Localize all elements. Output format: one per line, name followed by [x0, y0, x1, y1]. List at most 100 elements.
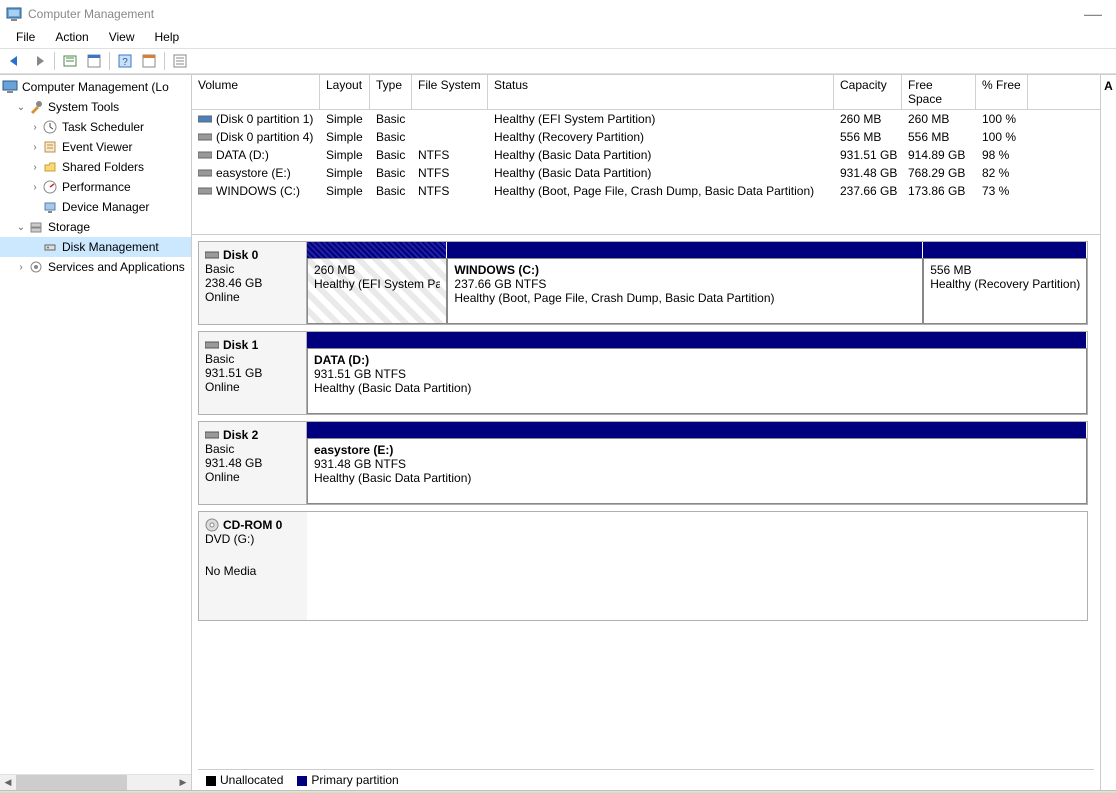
- col-volume[interactable]: Volume: [192, 75, 320, 110]
- app-icon: [6, 6, 22, 22]
- volume-status: Healthy (Basic Data Partition): [488, 146, 834, 164]
- unallocated-swatch: [206, 776, 216, 786]
- tree-storage[interactable]: ⌄ Storage: [0, 217, 191, 237]
- expand-icon[interactable]: ›: [14, 262, 28, 273]
- cdrom-block[interactable]: CD-ROM 0DVD (G:)No Media: [198, 511, 1088, 621]
- tree-system-tools[interactable]: ⌄ System Tools: [0, 97, 191, 117]
- disk-name: Disk 0: [205, 248, 300, 262]
- disk-type: Basic: [205, 262, 300, 276]
- disk-management-icon: [42, 239, 58, 255]
- disk-partitions: 260 MBHealthy (EFI System PartitiWINDOWS…: [307, 242, 1087, 324]
- volume-name: (Disk 0 partition 4): [216, 128, 313, 146]
- cdrom-info[interactable]: CD-ROM 0DVD (G:)No Media: [199, 512, 307, 620]
- volume-type: Basic: [370, 128, 412, 146]
- menu-file[interactable]: File: [6, 28, 45, 48]
- disk-info[interactable]: Disk 1Basic931.51 GBOnline: [199, 332, 307, 414]
- tree-shared-folders[interactable]: › Shared Folders: [0, 157, 191, 177]
- col-status[interactable]: Status: [488, 75, 834, 110]
- view-button[interactable]: [138, 50, 160, 72]
- tree-task-scheduler[interactable]: › Task Scheduler: [0, 117, 191, 137]
- legend-label: Primary partition: [311, 773, 398, 787]
- scroll-track[interactable]: [16, 775, 175, 791]
- volume-row[interactable]: DATA (D:)SimpleBasicNTFSHealthy (Basic D…: [192, 146, 1100, 164]
- partition-status: Healthy (Boot, Page File, Crash Dump, Ba…: [454, 291, 916, 305]
- volume-status: Healthy (Basic Data Partition): [488, 164, 834, 182]
- disk-map: Disk 0Basic238.46 GBOnline260 MBHealthy …: [192, 235, 1100, 769]
- scroll-thumb[interactable]: [16, 775, 127, 791]
- disk-block[interactable]: Disk 0Basic238.46 GBOnline260 MBHealthy …: [198, 241, 1088, 325]
- menubar: File Action View Help: [0, 28, 1116, 48]
- disk-info[interactable]: Disk 0Basic238.46 GBOnline: [199, 242, 307, 324]
- services-icon: [28, 259, 44, 275]
- partition[interactable]: WINDOWS (C:)237.66 GB NTFSHealthy (Boot,…: [447, 258, 923, 324]
- partition-name: WINDOWS (C:): [454, 263, 916, 277]
- disk-block[interactable]: Disk 1Basic931.51 GBOnlineDATA (D:)931.5…: [198, 331, 1088, 415]
- collapse-icon[interactable]: ⌄: [14, 222, 28, 233]
- expand-icon[interactable]: ›: [28, 142, 42, 153]
- primary-swatch: [297, 776, 307, 786]
- properties-button[interactable]: [83, 50, 105, 72]
- help-button[interactable]: ?: [114, 50, 136, 72]
- navigation-tree[interactable]: Computer Management (Lo ⌄ System Tools ›…: [0, 75, 191, 774]
- tree-root[interactable]: Computer Management (Lo: [0, 77, 191, 97]
- tree-performance[interactable]: › Performance: [0, 177, 191, 197]
- partition[interactable]: 556 MBHealthy (Recovery Partition): [923, 258, 1087, 324]
- collapse-icon[interactable]: ⌄: [14, 102, 28, 113]
- volume-free: 260 MB: [902, 110, 976, 128]
- back-button[interactable]: [4, 50, 26, 72]
- menu-help[interactable]: Help: [145, 28, 190, 48]
- volume-layout: Simple: [320, 128, 370, 146]
- volume-layout: Simple: [320, 182, 370, 200]
- tree-event-viewer[interactable]: › Event Viewer: [0, 137, 191, 157]
- disk-block[interactable]: Disk 2Basic931.48 GBOnlineeasystore (E:)…: [198, 421, 1088, 505]
- partition[interactable]: easystore (E:)931.48 GB NTFSHealthy (Bas…: [307, 438, 1087, 504]
- volume-row[interactable]: easystore (E:)SimpleBasicNTFSHealthy (Ba…: [192, 164, 1100, 182]
- minimize-button[interactable]: —: [1076, 4, 1110, 25]
- partition-status: Healthy (EFI System Partiti: [314, 277, 440, 291]
- legend-primary: Primary partition: [297, 773, 398, 787]
- col-filesystem[interactable]: File System: [412, 75, 488, 110]
- col-type[interactable]: Type: [370, 75, 412, 110]
- menu-action[interactable]: Action: [45, 28, 98, 48]
- disk-type: Basic: [205, 352, 300, 366]
- col-free[interactable]: Free Space: [902, 75, 976, 110]
- menu-view[interactable]: View: [99, 28, 145, 48]
- scroll-right-button[interactable]: ▶: [175, 775, 191, 791]
- volume-icon: [198, 150, 212, 160]
- col-pctfree[interactable]: % Free: [976, 75, 1028, 110]
- volume-status: Healthy (Boot, Page File, Crash Dump, Ba…: [488, 182, 834, 200]
- volume-row[interactable]: (Disk 0 partition 1)SimpleBasicHealthy (…: [192, 110, 1100, 128]
- disk-partitions: DATA (D:)931.51 GB NTFSHealthy (Basic Da…: [307, 332, 1087, 414]
- col-capacity[interactable]: Capacity: [834, 75, 902, 110]
- tree-label: Services and Applications: [48, 260, 185, 274]
- tree-label: Task Scheduler: [62, 120, 144, 134]
- disk-stripe: [307, 242, 1087, 258]
- partition[interactable]: 260 MBHealthy (EFI System Partiti: [307, 258, 447, 324]
- expand-icon[interactable]: ›: [28, 182, 42, 193]
- volume-row[interactable]: WINDOWS (C:)SimpleBasicNTFSHealthy (Boot…: [192, 182, 1100, 200]
- volume-row[interactable]: (Disk 0 partition 4)SimpleBasicHealthy (…: [192, 128, 1100, 146]
- expand-icon[interactable]: ›: [28, 162, 42, 173]
- volume-filesystem: [412, 128, 488, 146]
- actions-pane-collapsed[interactable]: A: [1100, 75, 1116, 790]
- volume-type: Basic: [370, 182, 412, 200]
- tree-services-apps[interactable]: › Services and Applications: [0, 257, 191, 277]
- tree-disk-management[interactable]: Disk Management: [0, 237, 191, 257]
- volume-icon: [198, 114, 212, 124]
- volume-capacity: 931.51 GB: [834, 146, 902, 164]
- tree-device-manager[interactable]: Device Manager: [0, 197, 191, 217]
- tree-hscrollbar[interactable]: ◀ ▶: [0, 774, 191, 790]
- col-layout[interactable]: Layout: [320, 75, 370, 110]
- forward-button[interactable]: [28, 50, 50, 72]
- clock-icon: [42, 119, 58, 135]
- disk-info[interactable]: Disk 2Basic931.48 GBOnline: [199, 422, 307, 504]
- disk-icon: [205, 340, 219, 350]
- scroll-left-button[interactable]: ◀: [0, 775, 16, 791]
- volume-capacity: 260 MB: [834, 110, 902, 128]
- partition-size: 237.66 GB NTFS: [454, 277, 916, 291]
- expand-icon[interactable]: ›: [28, 122, 42, 133]
- partition[interactable]: DATA (D:)931.51 GB NTFSHealthy (Basic Da…: [307, 348, 1087, 414]
- list-button[interactable]: [169, 50, 191, 72]
- refresh-button[interactable]: [59, 50, 81, 72]
- storage-icon: [28, 219, 44, 235]
